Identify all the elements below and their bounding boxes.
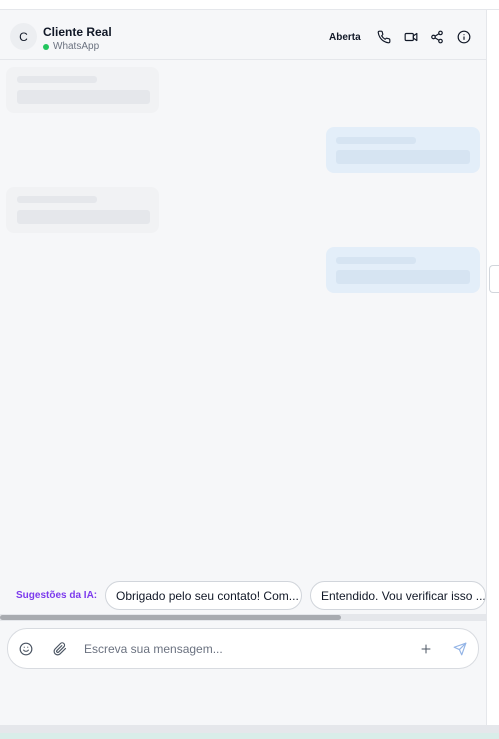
contact-channel: WhatsApp (43, 41, 99, 52)
skeleton-line (336, 270, 470, 284)
skeleton-line (17, 76, 97, 83)
message-incoming-placeholder (6, 67, 159, 113)
bottom-divider (0, 725, 499, 733)
skeleton-line (336, 137, 416, 144)
share-icon[interactable] (429, 29, 445, 45)
suggestion-chip[interactable]: Obrigado pelo seu contato! Com... (105, 581, 302, 610)
skeleton-line (336, 150, 470, 164)
plus-icon[interactable] (418, 641, 434, 657)
phone-icon[interactable] (376, 29, 392, 45)
panel-toggle-handle[interactable] (489, 265, 499, 293)
skeleton-line (17, 210, 150, 224)
message-incoming-placeholder (6, 187, 159, 233)
message-composer (7, 628, 479, 669)
paperclip-icon[interactable] (52, 641, 68, 657)
suggestions-scrollbar[interactable] (0, 614, 486, 621)
skeleton-line (17, 196, 97, 203)
message-outgoing-placeholder (326, 247, 480, 293)
emoji-icon[interactable] (18, 641, 34, 657)
info-icon[interactable] (456, 29, 472, 45)
scrollbar-thumb[interactable] (0, 615, 341, 620)
bottom-strip (0, 733, 499, 739)
video-icon[interactable] (403, 29, 419, 45)
conversation-status[interactable]: Aberta (329, 32, 361, 43)
ai-suggestions: Sugestões da IA: Obrigado pelo seu conta… (0, 581, 486, 611)
contact-name: Cliente Real (43, 25, 112, 39)
chat-header: C Cliente Real WhatsApp Aberta (0, 10, 486, 60)
message-input[interactable] (84, 639, 384, 659)
channel-label: WhatsApp (53, 41, 100, 52)
suggestion-chip[interactable]: Entendido. Vou verificar isso ... (310, 581, 486, 610)
message-outgoing-placeholder (326, 127, 480, 173)
skeleton-line (17, 90, 150, 104)
ai-suggestions-label: Sugestões da IA: (16, 590, 98, 601)
side-panel-edge (486, 10, 499, 725)
skeleton-line (336, 257, 416, 264)
send-icon[interactable] (452, 641, 468, 657)
chat-window: C Cliente Real WhatsApp Aberta Sugestões… (0, 0, 499, 739)
avatar: C (10, 23, 37, 50)
online-indicator (43, 43, 49, 50)
top-strip (0, 0, 499, 10)
